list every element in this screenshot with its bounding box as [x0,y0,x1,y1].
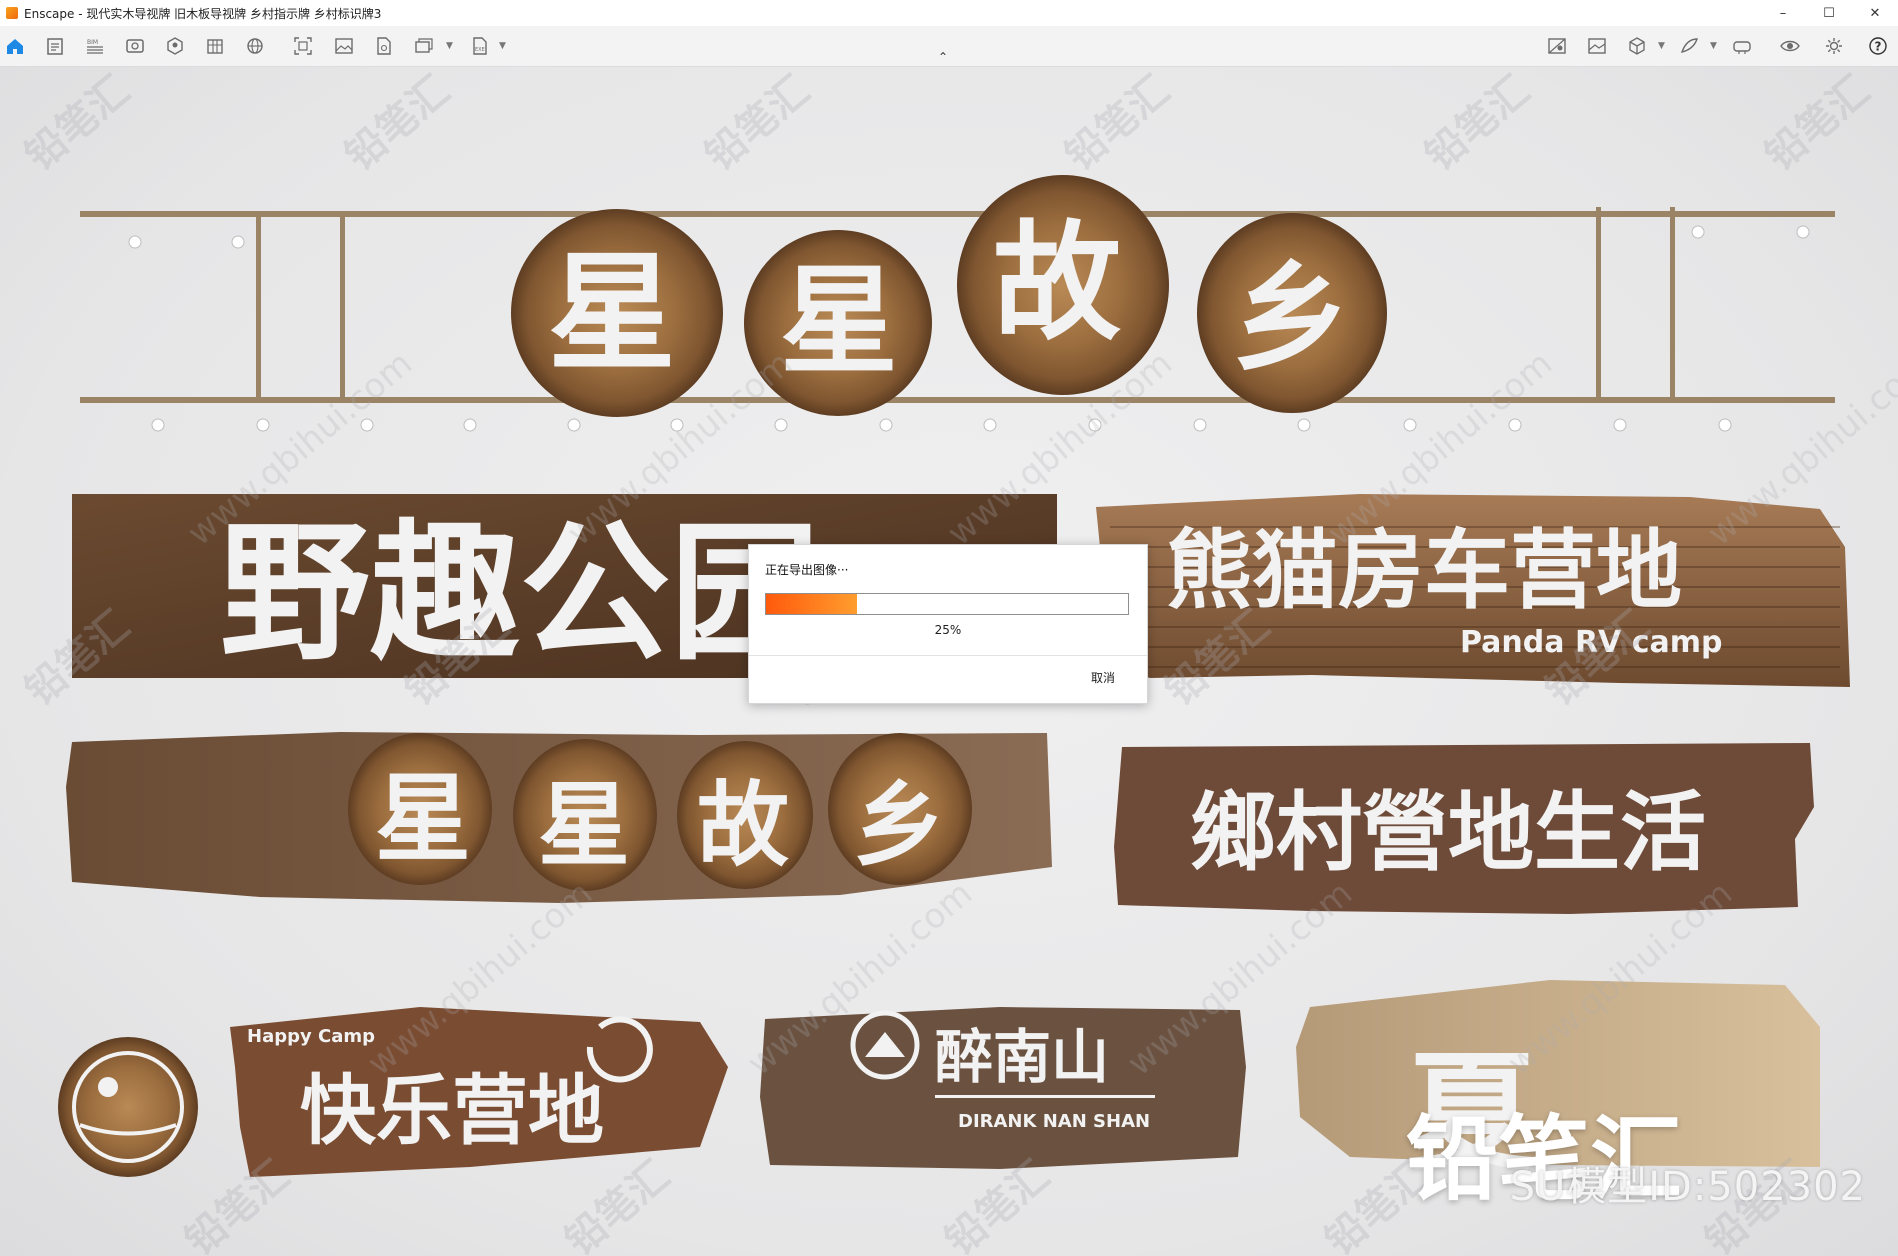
window-controls: – ☐ ✕ [1760,0,1898,26]
bim-icon[interactable]: BIM [84,35,106,57]
collapse-toolbar-chevron-icon[interactable]: ⌃ [938,50,948,64]
visual-settings-icon[interactable] [1586,35,1608,57]
view-cube-dropdown-icon[interactable]: ▼ [1658,41,1665,51]
sign6-subtext: Happy Camp [247,1026,375,1047]
sketch-dropdown-icon[interactable]: ▼ [1710,41,1717,51]
svg-text:铅笔汇: 铅笔汇 [1757,67,1878,179]
settings-icon[interactable] [1823,35,1845,57]
sign1-char4: 乡 [1232,249,1350,387]
sketch-icon[interactable] [1678,35,1700,57]
export-file-icon[interactable] [373,35,395,57]
export-progress-dialog: 正在导出图像··· 25% 取消 [748,544,1148,704]
sign4-char2: 星 [538,772,630,879]
batch-render-icon[interactable] [413,35,435,57]
sign1-char2: 星 [780,252,898,390]
window-title: Enscape - 现代实木导视牌 旧木板导视牌 乡村指示牌 乡村标识牌3 [24,6,382,21]
vr-headset-icon[interactable] [1731,35,1753,57]
svg-text:铅笔汇: 铅笔汇 [177,1152,298,1256]
cancel-button[interactable]: 取消 [1091,669,1115,686]
sign1-char1: 星 [548,239,676,388]
dialog-divider [749,655,1147,656]
sign4-char1: 星 [375,763,471,875]
sign7-text: 醉南山 [935,1023,1109,1091]
sign4-char4: 乡 [853,772,945,879]
exe-export-icon[interactable]: EXE [469,35,491,57]
svg-text:?: ? [1875,40,1882,54]
material-icon[interactable] [1546,35,1568,57]
asset-library-icon[interactable] [204,35,226,57]
sign1-char3: 故 [993,209,1121,358]
toolbar: BIM ▼ EXE ▼ ▼ ▼ ? [0,26,1898,67]
dialog-title: 正在导出图像··· [765,563,849,577]
minimize-button[interactable]: – [1760,0,1806,26]
svg-text:BIM: BIM [87,39,98,46]
sign6-text: 快乐营地 [300,1066,604,1155]
svg-text:铅笔汇: 铅笔汇 [1417,67,1538,179]
exe-export-dropdown-icon[interactable]: ▼ [499,41,506,51]
svg-text:EXE: EXE [475,47,485,53]
maximize-button[interactable]: ☐ [1806,0,1852,26]
progress-bar [765,593,1129,615]
sign-star-hometown-board: 星 星 故 乡 [66,732,1052,903]
enscape-logo-icon [6,7,18,19]
eye-icon[interactable] [1779,35,1801,57]
close-button[interactable]: ✕ [1852,0,1898,26]
svg-text:铅笔汇: 铅笔汇 [337,67,458,179]
progress-percent: 25% [934,623,962,637]
video-icon[interactable] [124,35,146,57]
svg-text:铅笔汇: 铅笔汇 [17,67,138,179]
panorama-icon[interactable] [244,35,266,57]
home-icon[interactable] [4,35,26,57]
progress-bar-fill [766,594,857,614]
sign2-text: 野趣公园 [220,507,820,681]
title-bar: Enscape - 现代实木导视牌 旧木板导视牌 乡村指示牌 乡村标识牌3 – … [0,0,1898,26]
sign7-subtext: DIRANK NAN SHAN [958,1111,1150,1132]
svg-text:铅笔汇: 铅笔汇 [1057,67,1178,179]
svg-text:铅笔汇: 铅笔汇 [557,1152,678,1256]
batch-render-dropdown-icon[interactable]: ▼ [446,41,453,51]
svg-text:铅笔汇: 铅笔汇 [697,67,818,179]
sign4-char3: 故 [697,772,789,879]
model-id-text: SU模型ID:502302 [1509,1164,1866,1210]
notes-icon[interactable] [44,35,66,57]
help-icon[interactable]: ? [1867,35,1889,57]
orbit-icon[interactable] [164,35,186,57]
screenshot-icon[interactable] [292,35,314,57]
view-cube-icon[interactable] [1626,35,1648,57]
image-icon[interactable] [333,35,355,57]
sign5-text: 鄉村營地生活 [1190,783,1706,883]
